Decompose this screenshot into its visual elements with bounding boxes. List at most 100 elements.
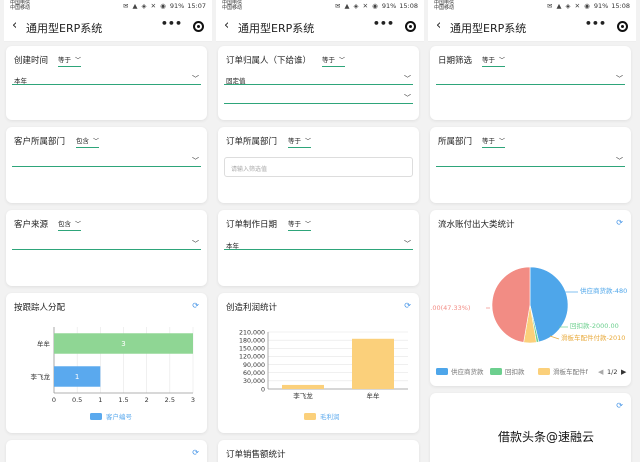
value-select[interactable]: 本年 ﹀ — [12, 73, 201, 85]
pie-slice — [491, 266, 531, 343]
legend-prev-icon: ◀ — [598, 368, 604, 376]
x-tick-label: 1 — [98, 396, 102, 404]
filter-card-customer-source: 客户来源 包含 ﹀ ﹀ — [6, 210, 207, 286]
x-tick-label: 0.5 — [72, 396, 82, 404]
y-tick-label: 牟牟 — [37, 339, 51, 348]
operator-select[interactable]: 等于 ﹀ — [482, 135, 506, 148]
chart-title: 流水账付出大类统计 — [438, 220, 515, 230]
legend-label: 供应商货款 — [451, 367, 484, 376]
refresh-icon[interactable]: ⟳ — [192, 301, 199, 310]
filter-text-input[interactable]: 请输入筛选值 — [224, 157, 413, 177]
value-select[interactable]: ﹀ — [12, 155, 201, 167]
operator-select[interactable]: 包含 ﹀ — [76, 135, 100, 148]
value-select[interactable]: 本年 ﹀ — [224, 238, 413, 250]
operator-select[interactable]: 等于 ﹀ — [288, 218, 312, 231]
close-mini-program-icon[interactable] — [617, 21, 628, 32]
slice-label: 滑板车配件付款-2010 — [561, 333, 625, 342]
slice-label: 00.00(47.33%) — [430, 304, 470, 312]
status-icons: ✉ ▲ ◈ ✕ ◉ — [122, 2, 167, 10]
more-icon[interactable]: ••• — [373, 17, 394, 30]
battery-level: 91% — [169, 2, 185, 10]
battery-level: 91% — [381, 2, 397, 10]
x-tick-label: 1.5 — [118, 396, 128, 404]
x-tick-label: 2 — [145, 396, 149, 404]
y-tick-label: 0 — [261, 386, 265, 393]
operator-select[interactable]: 等于 ﹀ — [288, 135, 312, 148]
status-bar: 中国电信 中国移动 ✉ ▲ ◈ ✕ ◉ 91% 15:08 — [216, 0, 424, 12]
x-tick-label: 0 — [52, 396, 56, 404]
slice-label: 供应商货款-480 — [580, 286, 627, 295]
y-tick-label: 60,000 — [243, 370, 265, 377]
chart-title: 按跟踪人分配 — [14, 303, 66, 313]
legend-swatch — [436, 368, 448, 375]
filter-label: 订单所属部门 — [226, 137, 278, 147]
back-arrow-icon[interactable]: ‹ — [436, 18, 441, 33]
back-arrow-icon[interactable]: ‹ — [224, 18, 229, 33]
chevron-down-icon: ﹀ — [404, 94, 411, 102]
app-title: 通用型ERP系统 — [26, 22, 103, 35]
close-mini-program-icon[interactable] — [405, 21, 416, 32]
operator-select[interactable]: 等于 ﹀ — [322, 54, 346, 67]
filter-card-order-owner: 订单归属人（下给谁） 等于 ﹀ 固定值 ﹀ ﹀ — [218, 46, 419, 120]
value-select[interactable]: ﹀ — [436, 155, 625, 167]
y-tick-label: 150,000 — [239, 346, 265, 353]
filter-card-order-dept: 订单所属部门 等于 ﹀ 请输入筛选值 — [218, 127, 419, 203]
status-icons: ✉ ▲ ◈ ✕ ◉ — [334, 2, 379, 10]
filter-card-customer-dept: 客户所属部门 包含 ﹀ ﹀ — [6, 127, 207, 203]
operator-select[interactable]: 等于 ﹀ — [482, 54, 506, 67]
filter-label: 日期筛选 — [438, 56, 473, 66]
chart-card-tracker: 按跟踪人分配 ⟳ 0 0.5 1 1.5 2 2.5 3 3 牟牟 1 李飞龙 客户编号 — [6, 293, 207, 433]
refresh-icon[interactable]: ⟳ — [616, 401, 623, 410]
value-select[interactable]: ﹀ — [12, 238, 201, 250]
value-select[interactable]: ﹀ — [436, 73, 625, 85]
phone-screen-1: 中国电信 中国移动 ✉ ▲ ◈ ✕ ◉ 91% 15:07 ‹ 通用型ERP系统 ••… — [4, 0, 212, 462]
chart-card-expense: 流水账付出大类统计 ⟳ 供应商货款-480 回扣款-2000.00 滑板车配件付款-… — [430, 210, 631, 386]
bar — [282, 384, 324, 389]
legend-label: 客户编号 — [106, 412, 133, 421]
x-tick-label: 3 — [191, 396, 195, 404]
filter-label: 订单归属人（下给谁） — [226, 56, 312, 66]
data-label: 3 — [121, 340, 125, 348]
slice-label: 回扣款-2000.00 — [570, 321, 619, 330]
back-arrow-icon[interactable]: ‹ — [12, 18, 17, 33]
tracker-bar-chart: 0 0.5 1 1.5 2 2.5 3 3 牟牟 1 李飞龙客户编号 — [31, 327, 195, 421]
value-select[interactable]: ﹀ — [224, 92, 413, 104]
y-tick-label: 120,000 — [239, 354, 265, 361]
y-tick-label: 30,000 — [243, 378, 265, 385]
refresh-icon[interactable]: ⟳ — [192, 448, 199, 457]
clock: 15:08 — [399, 2, 418, 10]
legend-label: 毛利润 — [320, 412, 340, 421]
bar — [352, 338, 394, 389]
filter-card-date: 日期筛选 等于 ﹀ ﹀ — [430, 46, 631, 120]
status-icons: ✉ ▲ ◈ ✕ ◉ — [546, 2, 591, 10]
legend-swatch — [90, 413, 102, 420]
legend-swatch — [490, 368, 502, 375]
legend-swatch — [538, 368, 550, 375]
refresh-icon[interactable]: ⟳ — [404, 301, 411, 310]
data-label: 1 — [75, 373, 79, 381]
legend-next-icon: ▶ — [621, 368, 627, 376]
filter-label: 客户所属部门 — [14, 137, 66, 147]
y-tick-label: 210,000 — [239, 329, 265, 336]
refresh-icon[interactable]: ⟳ — [616, 218, 623, 227]
profit-bar-chart: 030,00060,00090,000120,000150,000 180,000… — [239, 329, 408, 421]
value-type-select[interactable]: 固定值 ﹀ — [224, 73, 413, 85]
y-tick-label: 90,000 — [243, 362, 265, 369]
more-icon[interactable]: ••• — [161, 17, 182, 30]
clock: 15:07 — [187, 2, 206, 10]
close-mini-program-icon[interactable] — [193, 21, 204, 32]
title-bar: ‹ 通用型ERP系统 ••• — [4, 12, 212, 42]
more-icon[interactable]: ••• — [585, 17, 606, 30]
filter-card-created-time: 创建时间 等于 ﹀ 本年 ﹀ — [6, 46, 207, 120]
label-leader-line — [549, 335, 560, 340]
chevron-down-icon: ﹀ — [404, 240, 411, 248]
operator-select[interactable]: 包含 ﹀ — [58, 218, 82, 231]
x-tick-label: 2.5 — [165, 396, 175, 404]
chart-card-order-sales: 订单销售额统计 — [218, 440, 419, 462]
chevron-down-icon: ﹀ — [616, 157, 623, 165]
battery-level: 91% — [593, 2, 609, 10]
x-tick-label: 李飞龙 — [293, 391, 313, 400]
operator-select[interactable]: 等于 ﹀ — [58, 54, 82, 67]
chart-title: 创造利润统计 — [226, 303, 278, 313]
filter-card-order-date: 订单制作日期 等于 ﹀ 本年 ﹀ — [218, 210, 419, 286]
